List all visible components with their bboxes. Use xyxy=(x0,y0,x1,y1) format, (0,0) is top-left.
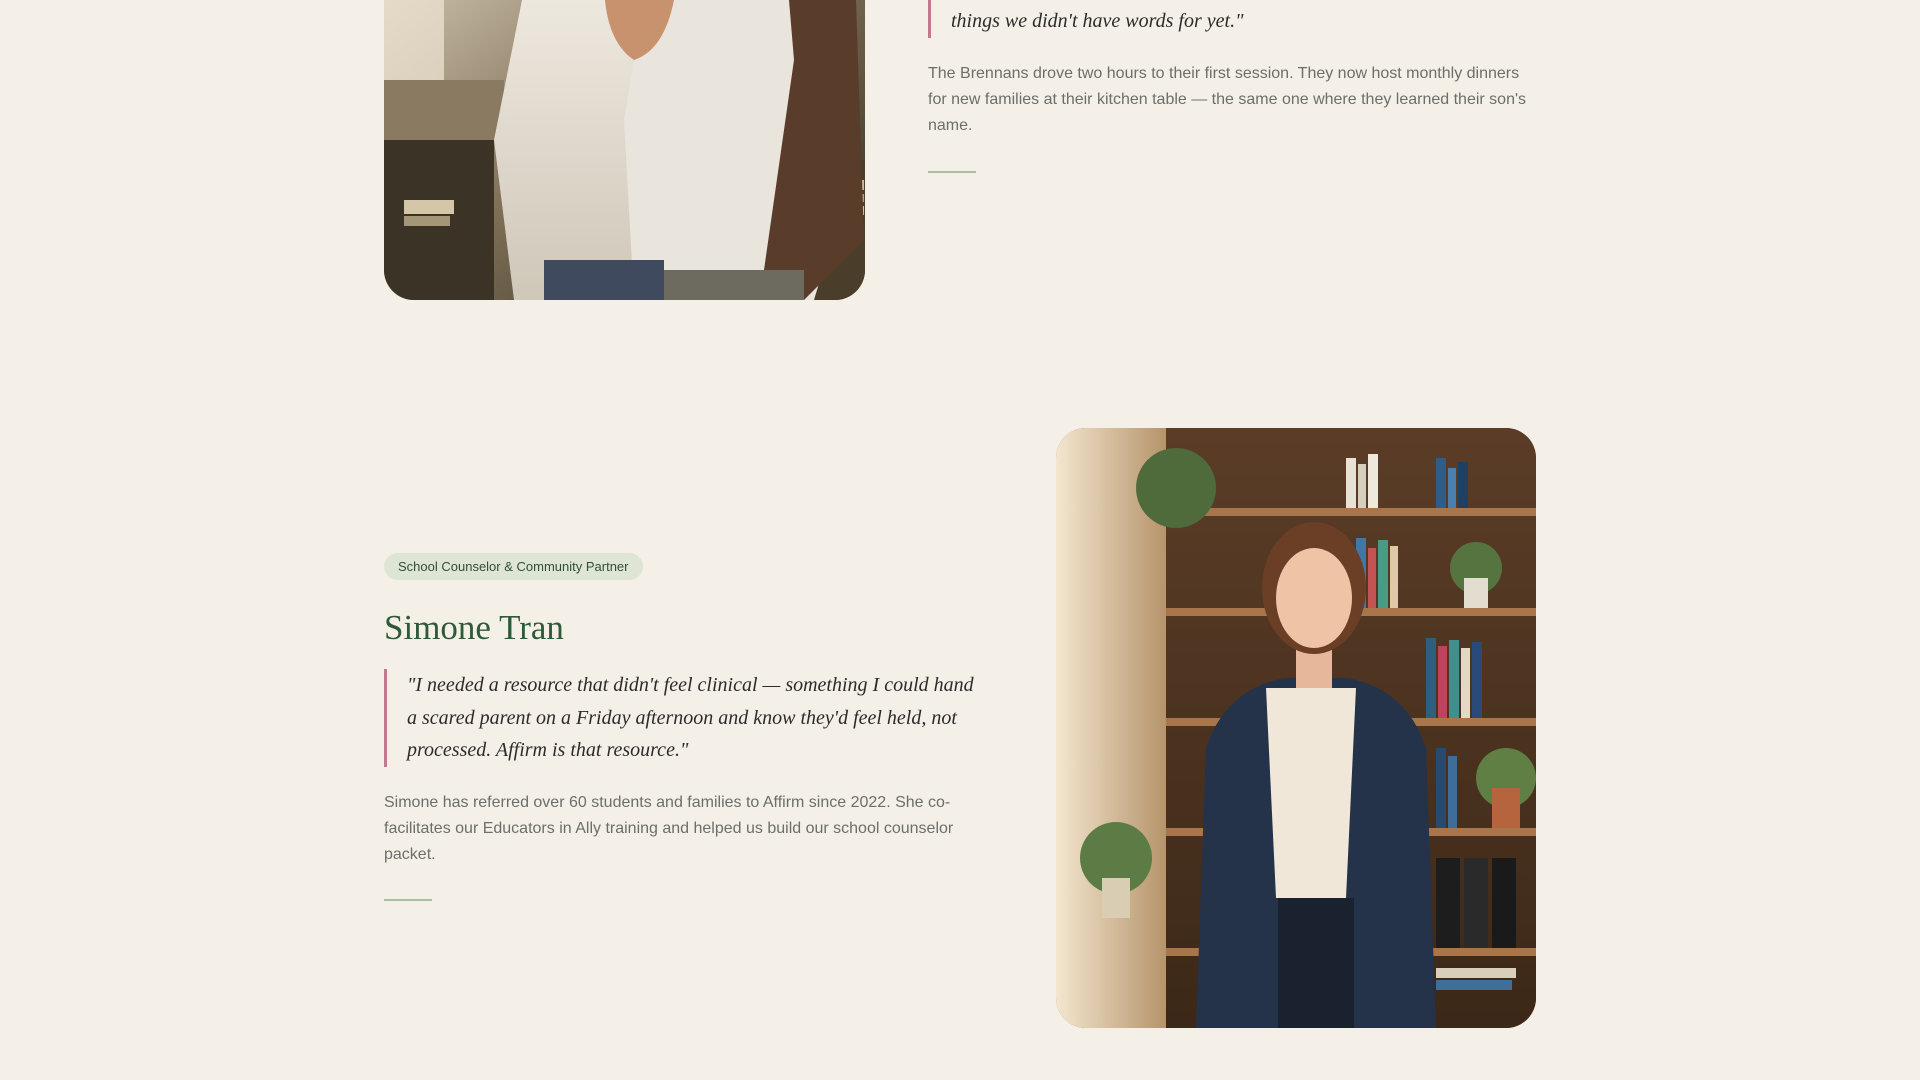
brennan-quote: things we didn't have words for yet." xyxy=(928,0,1538,38)
brennan-story-text: The Brennans drove two hours to their fi… xyxy=(928,65,1527,134)
person-name: Simone Tran xyxy=(384,608,564,647)
testimonials-section: things we didn't have words for yet." Th… xyxy=(0,0,1920,1080)
divider-rule xyxy=(928,171,976,173)
simone-quote: "I needed a resource that didn't feel cl… xyxy=(384,669,984,767)
role-badge: School Counselor & Community Partner xyxy=(384,553,643,580)
divider-rule xyxy=(384,899,432,901)
brennan-family-photo xyxy=(384,0,865,300)
simone-story-text: Simone has referred over 60 students and… xyxy=(384,794,954,863)
simone-tran-photo xyxy=(1056,428,1536,1028)
